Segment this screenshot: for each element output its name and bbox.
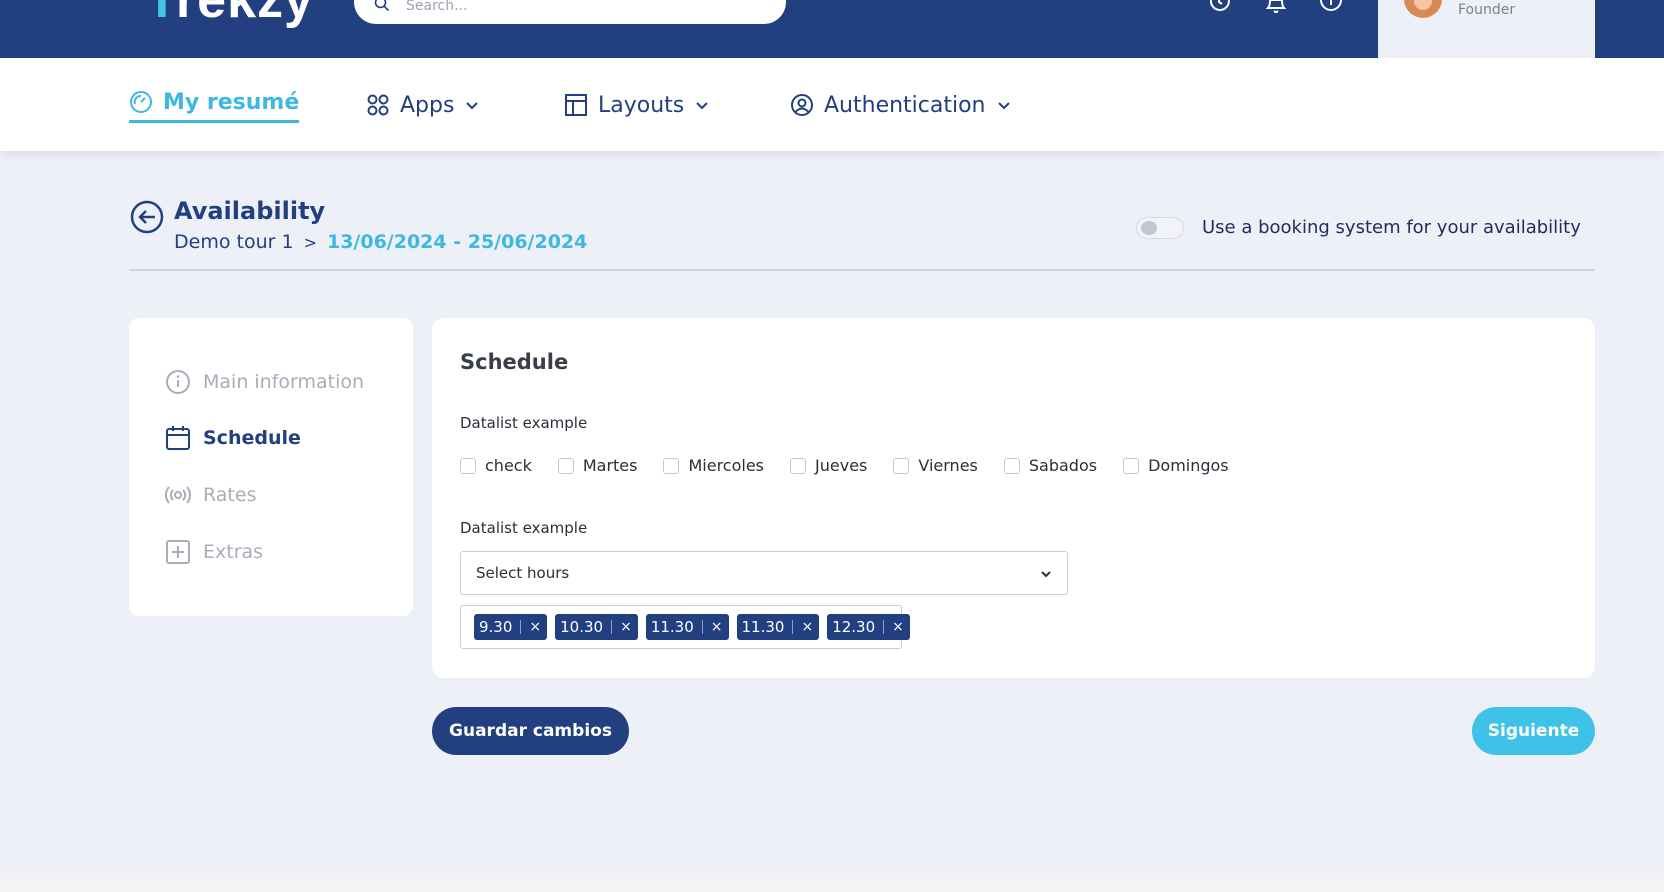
broadcast-icon bbox=[165, 486, 191, 504]
breadcrumb: Demo tour 1 > 13/06/2024 - 25/06/2024 bbox=[174, 231, 587, 253]
hour-tag: 10.30 × bbox=[555, 614, 638, 640]
remove-tag-icon[interactable]: × bbox=[620, 619, 632, 635]
breadcrumb-date-range: 13/06/2024 - 25/06/2024 bbox=[326, 231, 588, 253]
selected-hours-tags: 9.30 × 10.30 × 11.30 × 11.30 × 12.30 × bbox=[474, 614, 910, 640]
step-label: Schedule bbox=[203, 427, 301, 449]
booking-system-label: Use a booking system for your availabili… bbox=[1202, 217, 1581, 238]
search-input[interactable]: Search... bbox=[354, 0, 786, 24]
history-icon[interactable] bbox=[1206, 0, 1232, 14]
breadcrumb-tour[interactable]: Demo tour 1 bbox=[174, 231, 294, 253]
step-main-information[interactable]: Main information bbox=[165, 368, 364, 396]
layout-icon bbox=[565, 94, 587, 116]
page-title: Availability bbox=[174, 197, 326, 225]
schedule-card: Schedule Datalist example check Martes M… bbox=[432, 318, 1595, 678]
checkbox-jueves[interactable]: Jueves bbox=[790, 456, 867, 475]
checkbox-box[interactable] bbox=[1003, 457, 1020, 474]
breadcrumb-separator: > bbox=[303, 232, 317, 252]
back-arrow-icon[interactable] bbox=[130, 200, 164, 234]
checkbox-box[interactable] bbox=[460, 457, 476, 474]
checkbox-box[interactable] bbox=[1123, 457, 1140, 474]
nav-item-my-resume[interactable]: My resumé bbox=[129, 86, 300, 123]
step-label: Main information bbox=[203, 371, 365, 393]
main-nav: My resumé Apps Layouts Authentication bbox=[0, 58, 1664, 151]
info-circle-icon bbox=[166, 370, 190, 394]
nav-label: Layouts bbox=[598, 92, 685, 118]
nav-item-apps[interactable]: Apps bbox=[366, 88, 480, 122]
header-divider bbox=[129, 269, 1595, 271]
remove-tag-icon[interactable]: × bbox=[529, 619, 541, 635]
booking-system-toggle[interactable] bbox=[1136, 217, 1184, 239]
hour-tag: 9.30 × bbox=[474, 614, 548, 640]
nav-item-authentication[interactable]: Authentication bbox=[790, 88, 1012, 122]
hours-label: Datalist example bbox=[460, 519, 588, 537]
hour-tag: 11.30 × bbox=[736, 614, 820, 640]
checkbox-domingos[interactable]: Domingos bbox=[1123, 456, 1229, 475]
step-label: Extras bbox=[203, 541, 264, 563]
checkbox-martes[interactable]: Martes bbox=[557, 456, 637, 475]
remove-tag-icon[interactable]: × bbox=[892, 619, 904, 635]
checkbox-box[interactable] bbox=[790, 457, 807, 474]
checkbox-box[interactable] bbox=[663, 457, 680, 474]
save-changes-button[interactable]: Guardar cambios bbox=[432, 707, 629, 755]
checkbox-check[interactable]: check bbox=[460, 456, 532, 475]
next-button[interactable]: Siguiente bbox=[1472, 707, 1595, 755]
nav-item-layouts[interactable]: Layouts bbox=[564, 88, 710, 122]
app-logo[interactable]: Trekzy bbox=[146, 0, 314, 30]
search-icon bbox=[374, 0, 390, 12]
chevron-down-icon bbox=[1041, 571, 1051, 578]
nav-label: Apps bbox=[400, 92, 455, 118]
day-checkboxes: check Martes Miercoles Jueves Viernes Sa… bbox=[460, 456, 1229, 475]
checkbox-miercoles[interactable]: Miercoles bbox=[663, 456, 764, 475]
step-extras[interactable]: Extras bbox=[165, 538, 263, 566]
info-icon[interactable] bbox=[1318, 0, 1344, 14]
footer bbox=[0, 873, 1664, 892]
user-circle-icon bbox=[791, 94, 813, 116]
remove-tag-icon[interactable]: × bbox=[711, 619, 723, 635]
step-rates[interactable]: Rates bbox=[165, 481, 256, 509]
hours-select[interactable]: Select hours bbox=[460, 551, 1068, 595]
step-schedule[interactable]: Schedule bbox=[165, 424, 301, 452]
apps-grid-icon bbox=[367, 94, 389, 116]
bell-icon[interactable] bbox=[1263, 0, 1289, 14]
checkbox-box[interactable] bbox=[893, 457, 910, 474]
user-menu[interactable]: Founder bbox=[1378, 0, 1595, 58]
hour-tag: 12.30 × bbox=[827, 614, 910, 640]
checkbox-viernes[interactable]: Viernes bbox=[893, 456, 978, 475]
chevron-down-icon bbox=[997, 102, 1010, 110]
card-title: Schedule bbox=[460, 350, 569, 374]
steps-panel: Main information Schedule Rates Extras bbox=[129, 318, 413, 616]
top-bar: Trekzy Search... Founder bbox=[0, 0, 1664, 58]
hours-select-value: Select hours bbox=[476, 564, 570, 582]
days-label: Datalist example bbox=[460, 414, 588, 432]
search-placeholder: Search... bbox=[406, 0, 468, 14]
dashboard-icon bbox=[130, 91, 152, 113]
hour-tag: 11.30 × bbox=[645, 614, 729, 640]
calendar-icon bbox=[166, 426, 190, 450]
user-role: Founder bbox=[1458, 2, 1516, 18]
chevron-down-icon bbox=[466, 102, 479, 110]
avatar bbox=[1404, 0, 1442, 18]
nav-label: My resumé bbox=[163, 89, 300, 115]
remove-tag-icon[interactable]: × bbox=[801, 619, 813, 635]
step-label: Rates bbox=[203, 484, 257, 506]
chevron-down-icon bbox=[696, 102, 708, 110]
nav-label: Authentication bbox=[824, 92, 986, 118]
checkbox-sabados[interactable]: Sabados bbox=[1003, 456, 1097, 475]
checkbox-box[interactable] bbox=[557, 457, 574, 474]
selected-hours-box[interactable]: 9.30 × 10.30 × 11.30 × 11.30 × 12.30 × bbox=[460, 605, 910, 649]
plus-square-icon bbox=[166, 540, 190, 564]
